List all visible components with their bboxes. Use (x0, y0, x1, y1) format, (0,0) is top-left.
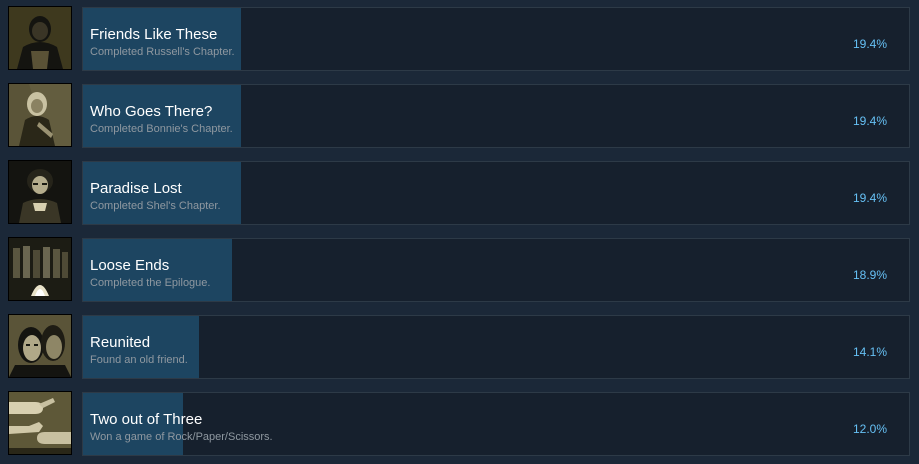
achievement-panel: Reunited Found an old friend. 14.1% (82, 315, 910, 379)
campfire-group-icon (8, 237, 72, 301)
achievement-title: Paradise Lost (90, 180, 182, 197)
achievement-row[interactable]: Paradise Lost Completed Shel's Chapter. … (0, 154, 919, 231)
achievement-percent: 19.4% (852, 114, 887, 128)
achievement-panel: Friends Like These Completed Russell's C… (82, 7, 910, 71)
achievement-title: Two out of Three (90, 411, 203, 428)
bonnie-portrait-icon (8, 83, 72, 147)
achievement-percent: 14.1% (852, 345, 887, 359)
achievement-row[interactable]: Who Goes There? Completed Bonnie's Chapt… (0, 77, 919, 154)
achievement-description: Completed Russell's Chapter. (90, 46, 235, 58)
achievement-row[interactable]: Loose Ends Completed the Epilogue. 18.9% (0, 231, 919, 308)
achievement-description: Completed the Epilogue. (90, 277, 211, 289)
two-faces-icon (8, 314, 72, 378)
achievement-title: Friends Like These (90, 26, 218, 43)
achievement-title: Reunited (90, 334, 151, 351)
shel-portrait-icon (8, 160, 72, 224)
achievement-title: Loose Ends (90, 257, 170, 274)
achievement-panel: Two out of Three Won a game of Rock/Pape… (82, 392, 910, 456)
achievement-panel: Who Goes There? Completed Bonnie's Chapt… (82, 84, 910, 148)
achievement-row[interactable]: Two out of Three Won a game of Rock/Pape… (0, 385, 919, 462)
achievement-percent: 19.4% (852, 37, 887, 51)
russell-portrait-icon (8, 6, 72, 70)
hands-game-icon (8, 391, 72, 455)
achievement-description: Found an old friend. (90, 354, 188, 366)
achievement-percent: 19.4% (852, 191, 887, 205)
achievement-percent: 12.0% (852, 422, 887, 436)
achievement-row[interactable]: Friends Like These Completed Russell's C… (0, 0, 919, 77)
achievement-description: Completed Bonnie's Chapter. (90, 123, 233, 135)
achievement-row[interactable]: Reunited Found an old friend. 14.1% (0, 308, 919, 385)
achievement-description: Won a game of Rock/Paper/Scissors. (90, 431, 273, 443)
achievement-title: Who Goes There? (90, 103, 213, 120)
achievement-panel: Loose Ends Completed the Epilogue. 18.9% (82, 238, 910, 302)
achievement-panel: Paradise Lost Completed Shel's Chapter. … (82, 161, 910, 225)
achievement-percent: 18.9% (852, 268, 887, 282)
achievement-description: Completed Shel's Chapter. (90, 200, 221, 212)
